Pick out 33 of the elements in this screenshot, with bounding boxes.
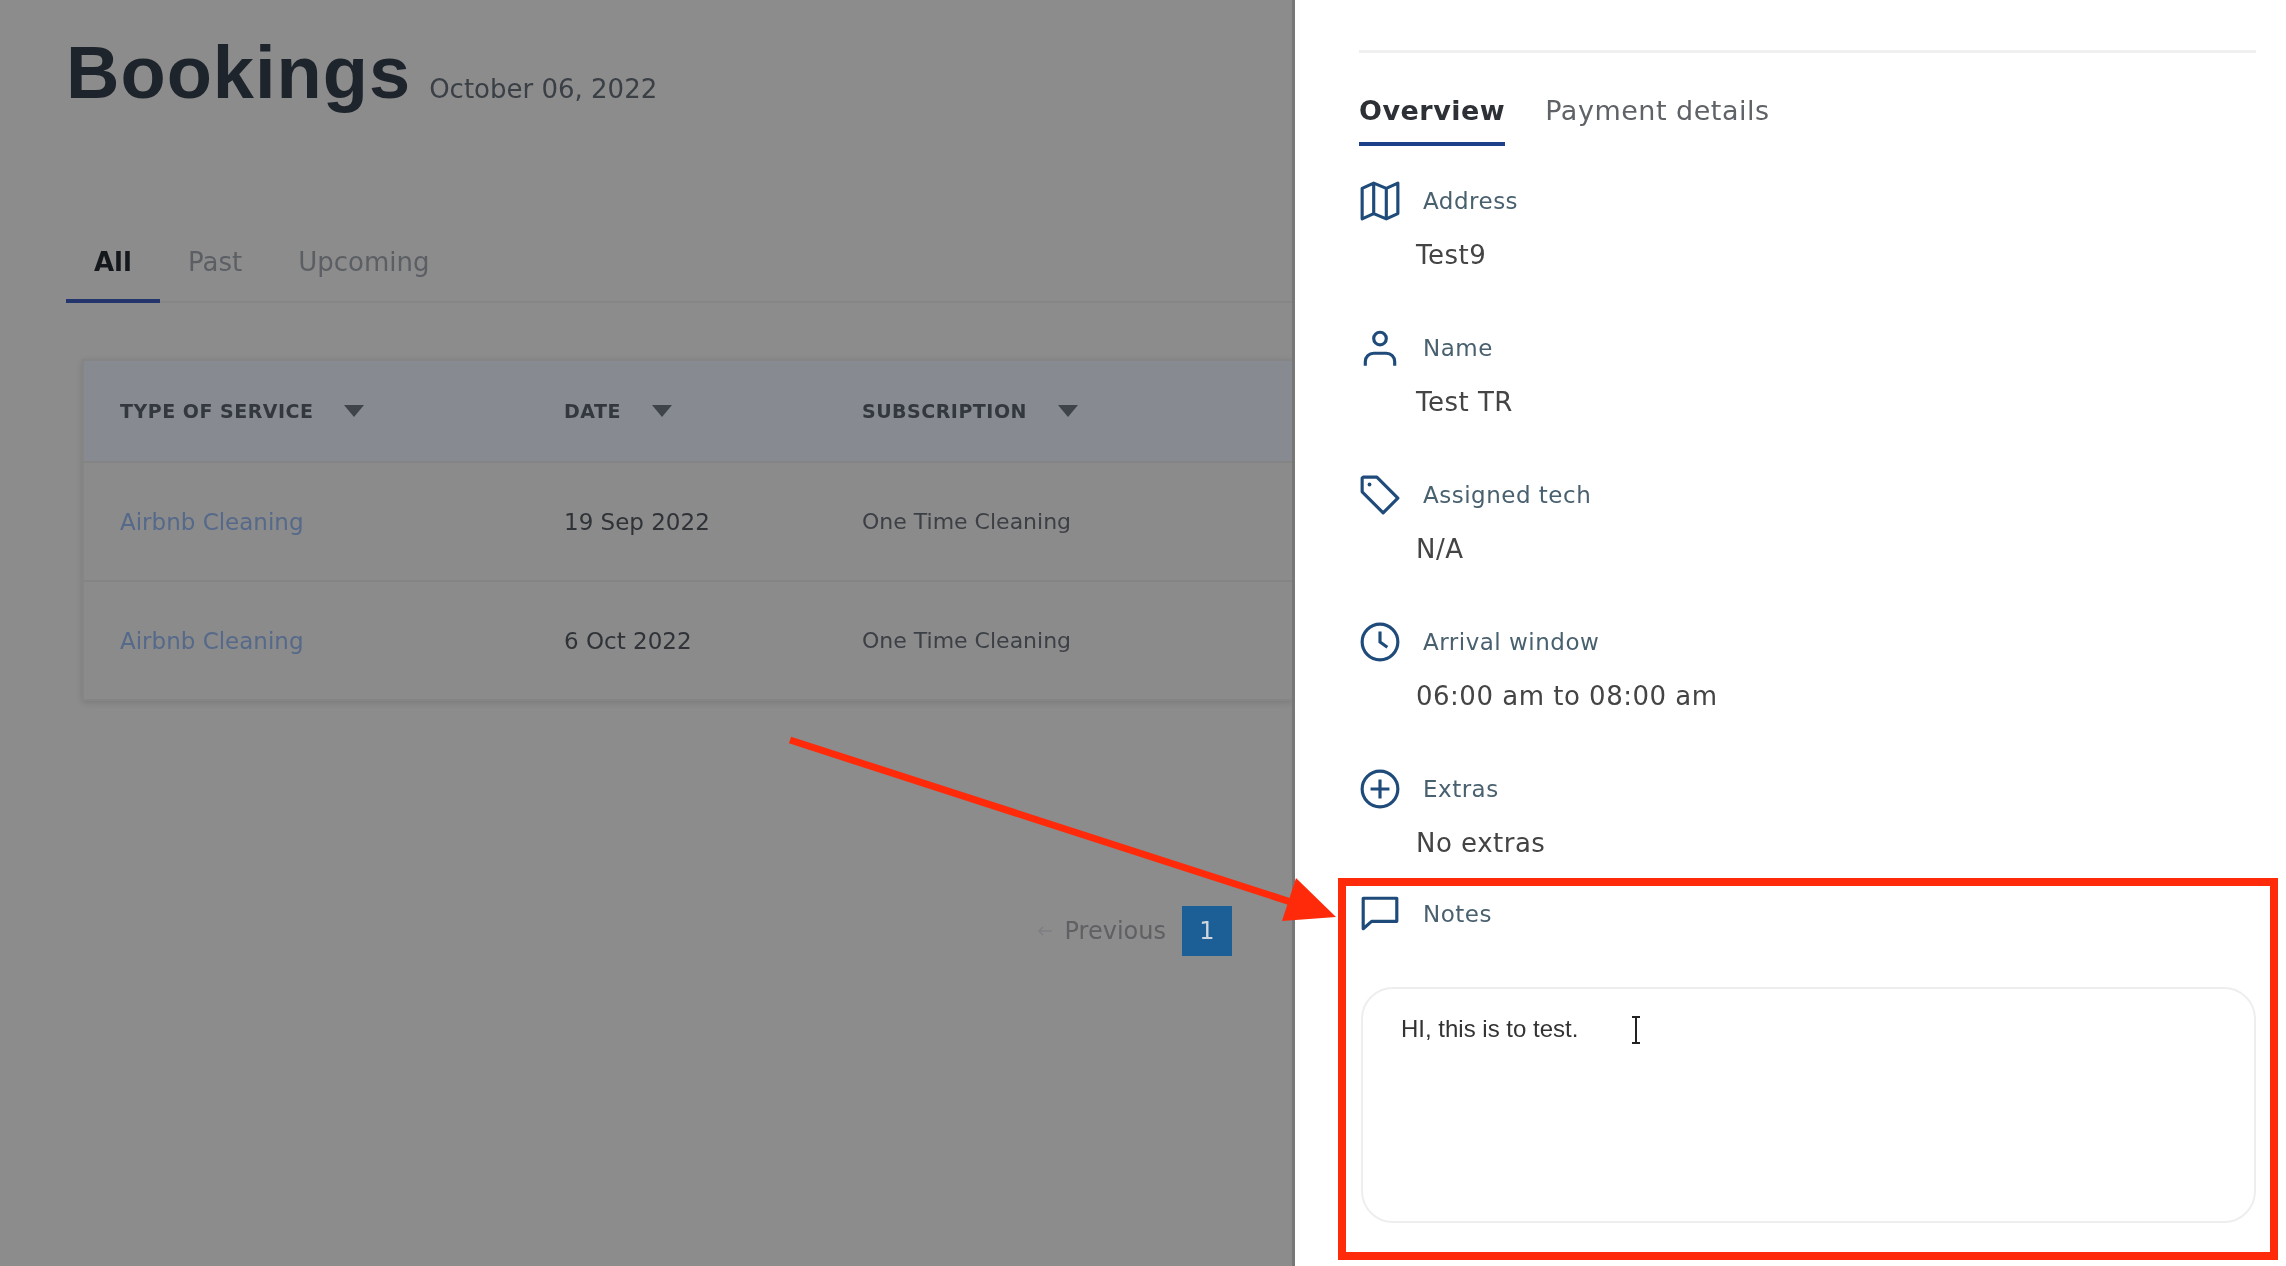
clock-icon: [1359, 621, 1401, 663]
field-value: 06:00 am to 08:00 am: [1416, 681, 1718, 711]
map-icon: [1359, 180, 1401, 222]
field-label: Extras: [1423, 776, 1499, 802]
page-button[interactable]: 1: [1182, 906, 1232, 956]
table-cell: One Time Cleaning: [862, 628, 1072, 653]
field-label: Assigned tech: [1423, 482, 1592, 508]
field-value: Test9: [1416, 240, 1487, 270]
tab[interactable]: Payment details: [1545, 95, 1770, 146]
field-value: Test TR: [1416, 387, 1513, 417]
field-value: No extras: [1416, 828, 1546, 858]
column-header[interactable]: SUBSCRIPTION: [862, 400, 1027, 422]
tab[interactable]: Overview: [1359, 95, 1506, 146]
caret-icon[interactable]: [650, 405, 673, 417]
column-header[interactable]: DATE: [564, 400, 621, 422]
field-label: Address: [1423, 188, 1519, 214]
page-title: Bookings: [66, 30, 412, 115]
table-cell: One Time Cleaning: [862, 509, 1072, 534]
caret-icon[interactable]: [1056, 405, 1079, 417]
field-label: Notes: [1423, 901, 1492, 927]
field-value: N/A: [1416, 534, 1464, 564]
tab[interactable]: All: [66, 237, 160, 303]
caret-icon[interactable]: [343, 405, 366, 417]
field-label: Arrival window: [1423, 629, 1600, 655]
column-header[interactable]: TYPE OF SERVICE: [120, 400, 314, 422]
tag-icon: [1359, 474, 1401, 516]
notes-field[interactable]: HI, this is to test.: [1361, 987, 2256, 1223]
plus-circle-icon: [1359, 768, 1401, 810]
table-cell: 19 Sep 2022: [564, 508, 710, 535]
field-label: Name: [1423, 335, 1493, 361]
page-date: October 06, 2022: [429, 74, 658, 104]
table-cell: 6 Oct 2022: [564, 627, 692, 654]
text-cursor-icon: [1630, 1015, 1643, 1045]
